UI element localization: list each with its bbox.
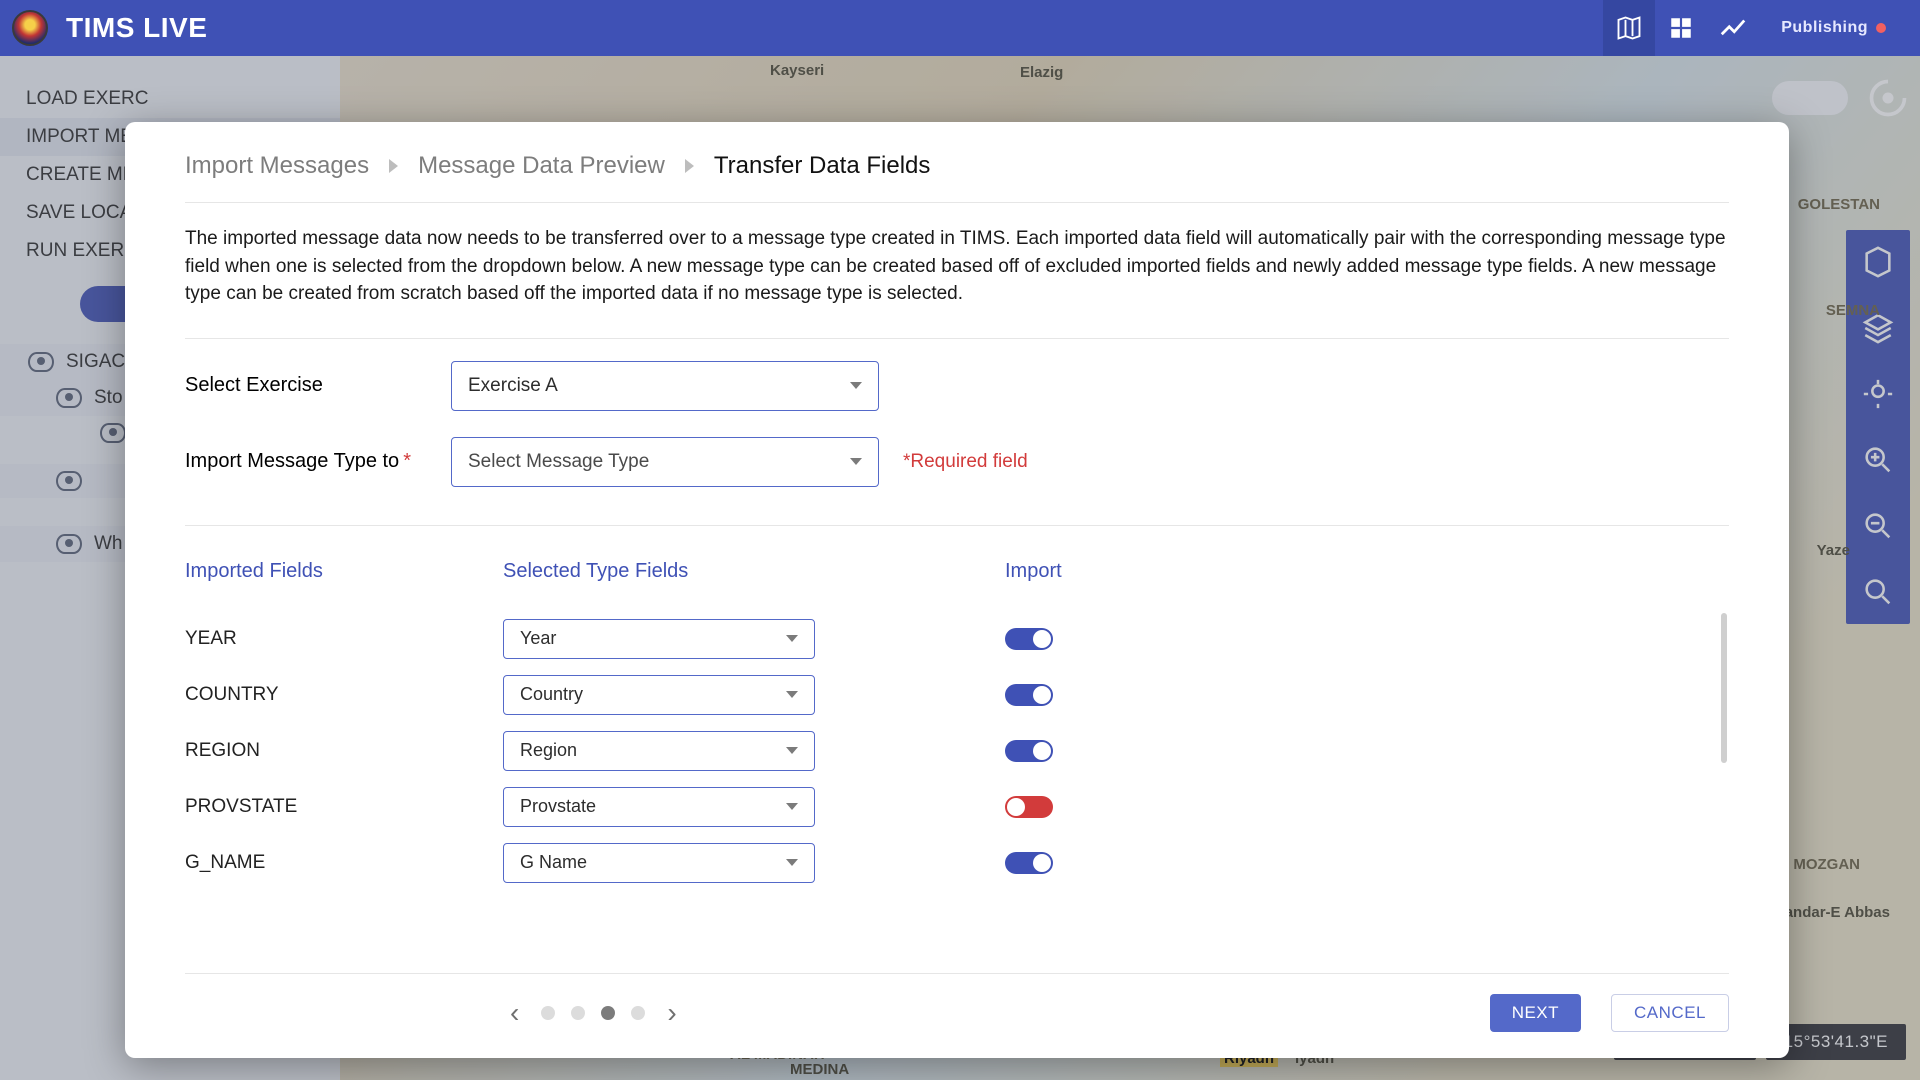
divider — [185, 338, 1729, 339]
pager-dot[interactable] — [571, 1006, 585, 1020]
divider — [185, 525, 1729, 526]
field-row: G_NAME G Name — [185, 835, 1729, 883]
divider — [185, 973, 1729, 974]
publishing-status: Publishing — [1781, 19, 1886, 37]
next-button[interactable]: NEXT — [1490, 994, 1581, 1032]
app-title: TIMS LIVE — [66, 12, 207, 44]
modal-description: The imported message data now needs to b… — [185, 225, 1729, 308]
selected-type-dropdown[interactable]: Country — [503, 675, 815, 715]
import-toggle[interactable] — [1005, 684, 1053, 706]
wizard-pager: ‹ › — [504, 997, 683, 1029]
chevron-down-icon — [786, 747, 798, 754]
select-exercise-dropdown[interactable]: Exercise A — [451, 361, 879, 411]
form-row-import-type: Import Message Type to* Select Message T… — [185, 437, 1729, 487]
select-exercise-value: Exercise A — [468, 375, 558, 397]
wizard-breadcrumb: Import Messages Message Data Preview Tra… — [185, 152, 1729, 202]
breadcrumb-step-2[interactable]: Message Data Preview — [418, 152, 665, 180]
field-row: REGION Region — [185, 723, 1729, 779]
publishing-dot-icon — [1876, 23, 1886, 33]
publishing-label: Publishing — [1781, 19, 1868, 37]
import-type-label: Import Message Type to* — [185, 450, 451, 473]
breadcrumb-step-1[interactable]: Import Messages — [185, 152, 369, 180]
required-star-icon: * — [403, 450, 411, 472]
select-exercise-label: Select Exercise — [185, 374, 451, 397]
app-header: TIMS LIVE Publishing — [0, 0, 1920, 56]
selected-type-dropdown[interactable]: Provstate — [503, 787, 815, 827]
grid-view-icon[interactable] — [1655, 0, 1707, 56]
cancel-button[interactable]: CANCEL — [1611, 994, 1729, 1032]
required-field-note: *Required field — [903, 451, 1028, 473]
selected-type-value: Year — [520, 628, 556, 649]
chevron-right-icon — [389, 159, 398, 173]
form-row-select-exercise: Select Exercise Exercise A — [185, 361, 1729, 411]
field-row: COUNTRY Country — [185, 667, 1729, 723]
chevron-down-icon — [786, 691, 798, 698]
pager-prev[interactable]: ‹ — [504, 997, 525, 1029]
imported-field-name: YEAR — [185, 628, 503, 650]
selected-type-value: Provstate — [520, 796, 596, 817]
import-toggle[interactable] — [1005, 740, 1053, 762]
chevron-right-icon — [685, 159, 694, 173]
chevron-down-icon — [786, 803, 798, 810]
trend-view-icon[interactable] — [1707, 0, 1759, 56]
field-row: YEAR Year — [185, 611, 1729, 667]
selected-type-dropdown[interactable]: Region — [503, 731, 815, 771]
col-selected-type-fields: Selected Type Fields — [503, 560, 1005, 583]
imported-field-name: REGION — [185, 740, 503, 762]
pager-dot[interactable] — [631, 1006, 645, 1020]
import-type-dropdown[interactable]: Select Message Type — [451, 437, 879, 487]
transfer-data-fields-modal: Import Messages Message Data Preview Tra… — [125, 122, 1789, 1058]
selected-type-value: Region — [520, 740, 577, 761]
chevron-down-icon — [850, 458, 862, 465]
field-columns-header: Imported Fields Selected Type Fields Imp… — [185, 560, 1729, 583]
imported-field-name: G_NAME — [185, 852, 503, 874]
import-type-label-text: Import Message Type to — [185, 450, 399, 472]
col-imported-fields: Imported Fields — [185, 560, 503, 583]
import-toggle[interactable] — [1005, 796, 1053, 818]
imported-field-name: COUNTRY — [185, 684, 503, 706]
import-type-placeholder: Select Message Type — [468, 451, 649, 473]
imported-field-name: PROVSTATE — [185, 796, 503, 818]
chevron-down-icon — [786, 859, 798, 866]
next-button-label: NEXT — [1512, 1003, 1559, 1023]
app-logo-icon — [12, 10, 48, 46]
selected-type-dropdown[interactable]: Year — [503, 619, 815, 659]
col-import: Import — [1005, 560, 1205, 583]
field-row: PROVSTATE Provstate — [185, 779, 1729, 835]
selected-type-dropdown[interactable]: G Name — [503, 843, 815, 883]
breadcrumb-step-3: Transfer Data Fields — [714, 152, 931, 180]
selected-type-value: Country — [520, 684, 583, 705]
pager-dot[interactable] — [601, 1006, 615, 1020]
chevron-down-icon — [850, 382, 862, 389]
map-view-icon[interactable] — [1603, 0, 1655, 56]
pager-dot[interactable] — [541, 1006, 555, 1020]
selected-type-value: G Name — [520, 852, 587, 873]
divider — [185, 202, 1729, 203]
import-toggle[interactable] — [1005, 628, 1053, 650]
fields-scroll-area[interactable]: YEAR Year COUNTRY Country REGION Region PROVST… — [185, 611, 1729, 883]
cancel-button-label: CANCEL — [1634, 1003, 1706, 1023]
import-toggle[interactable] — [1005, 852, 1053, 874]
chevron-down-icon — [786, 635, 798, 642]
pager-next[interactable]: › — [661, 997, 682, 1029]
